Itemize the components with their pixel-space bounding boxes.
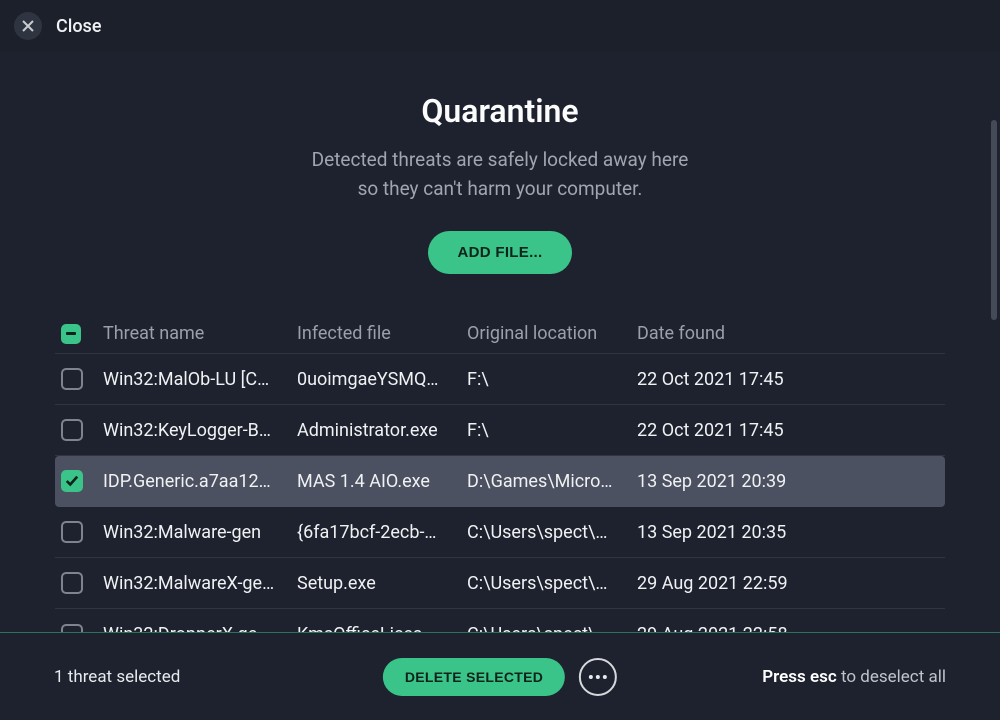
col-header-date[interactable]: Date found (637, 323, 943, 344)
cell-file: 0uoimgaeYSMQ… (297, 369, 467, 390)
cell-location: F:\ (467, 420, 637, 441)
scrollbar[interactable] (991, 120, 997, 320)
table-row[interactable]: IDP.Generic.a7aa12…MAS 1.4 AIO.exeD:\Gam… (55, 456, 945, 507)
cell-file: MAS 1.4 AIO.exe (297, 471, 467, 492)
table-row[interactable]: Win32:MalOb-LU [C…0uoimgaeYSMQ…F:\22 Oct… (55, 354, 945, 405)
cell-date: 13 Sep 2021 20:35 (637, 522, 943, 543)
table-row[interactable]: Win32:MalwareX-ge…Setup.exeC:\Users\spec… (55, 558, 945, 609)
cell-threat: Win32:Malware-gen (103, 522, 297, 543)
close-button[interactable] (14, 12, 42, 40)
row-checkbox[interactable] (61, 368, 83, 390)
cell-threat: Win32:MalwareX-ge… (103, 573, 297, 594)
table-row[interactable]: Win32:Malware-gen{6fa17bcf-2ecb-…C:\User… (55, 507, 945, 558)
check-icon (65, 474, 79, 488)
subtitle-line-1: Detected threats are safely locked away … (312, 148, 689, 171)
dots-icon (589, 675, 593, 679)
quarantine-table: Threat name Infected file Original locat… (55, 314, 945, 660)
table-row[interactable]: Win32:KeyLogger-B…Administrator.exeF:\22… (55, 405, 945, 456)
esc-key-label: Press esc (762, 667, 836, 687)
cell-file: Setup.exe (297, 573, 467, 594)
deselect-hint: Press esc to deselect all (762, 667, 946, 687)
row-checkbox[interactable] (61, 470, 83, 492)
cell-file: Administrator.exe (297, 420, 467, 441)
cell-date: 29 Aug 2021 22:59 (637, 573, 943, 594)
cell-location: D:\Games\Micro… (467, 471, 637, 492)
col-header-location[interactable]: Original location (467, 323, 637, 344)
row-checkbox[interactable] (61, 521, 83, 543)
add-file-button[interactable]: ADD FILE... (428, 231, 573, 274)
cell-location: C:\Users\spect\… (467, 573, 637, 594)
cell-date: 22 Oct 2021 17:45 (637, 369, 943, 390)
table-header-row: Threat name Infected file Original locat… (55, 314, 945, 354)
page-subtitle: Detected threats are safely locked away … (0, 146, 1000, 203)
cell-location: C:\Users\spect\… (467, 522, 637, 543)
cell-date: 22 Oct 2021 17:45 (637, 420, 943, 441)
cell-threat: Win32:KeyLogger-B… (103, 420, 297, 441)
col-header-threat[interactable]: Threat name (103, 323, 297, 344)
select-all-checkbox[interactable] (61, 324, 81, 344)
selected-count: 1 threat selected (54, 667, 180, 687)
cell-threat: IDP.Generic.a7aa12… (103, 471, 297, 492)
close-label: Close (56, 16, 101, 37)
action-bar: 1 threat selected DELETE SELECTED Press … (0, 632, 1000, 720)
col-header-file[interactable]: Infected file (297, 323, 467, 344)
row-checkbox[interactable] (61, 419, 83, 441)
cell-file: {6fa17bcf-2ecb-… (297, 522, 467, 543)
subtitle-line-2: so they can't harm your computer. (358, 177, 643, 200)
page-title: Quarantine (0, 92, 1000, 130)
close-icon (22, 20, 34, 32)
cell-threat: Win32:MalOb-LU [C… (103, 369, 297, 390)
delete-selected-button[interactable]: DELETE SELECTED (383, 658, 565, 696)
cell-date: 13 Sep 2021 20:39 (637, 471, 943, 492)
cell-location: F:\ (467, 369, 637, 390)
row-checkbox[interactable] (61, 572, 83, 594)
more-actions-button[interactable] (579, 658, 617, 696)
